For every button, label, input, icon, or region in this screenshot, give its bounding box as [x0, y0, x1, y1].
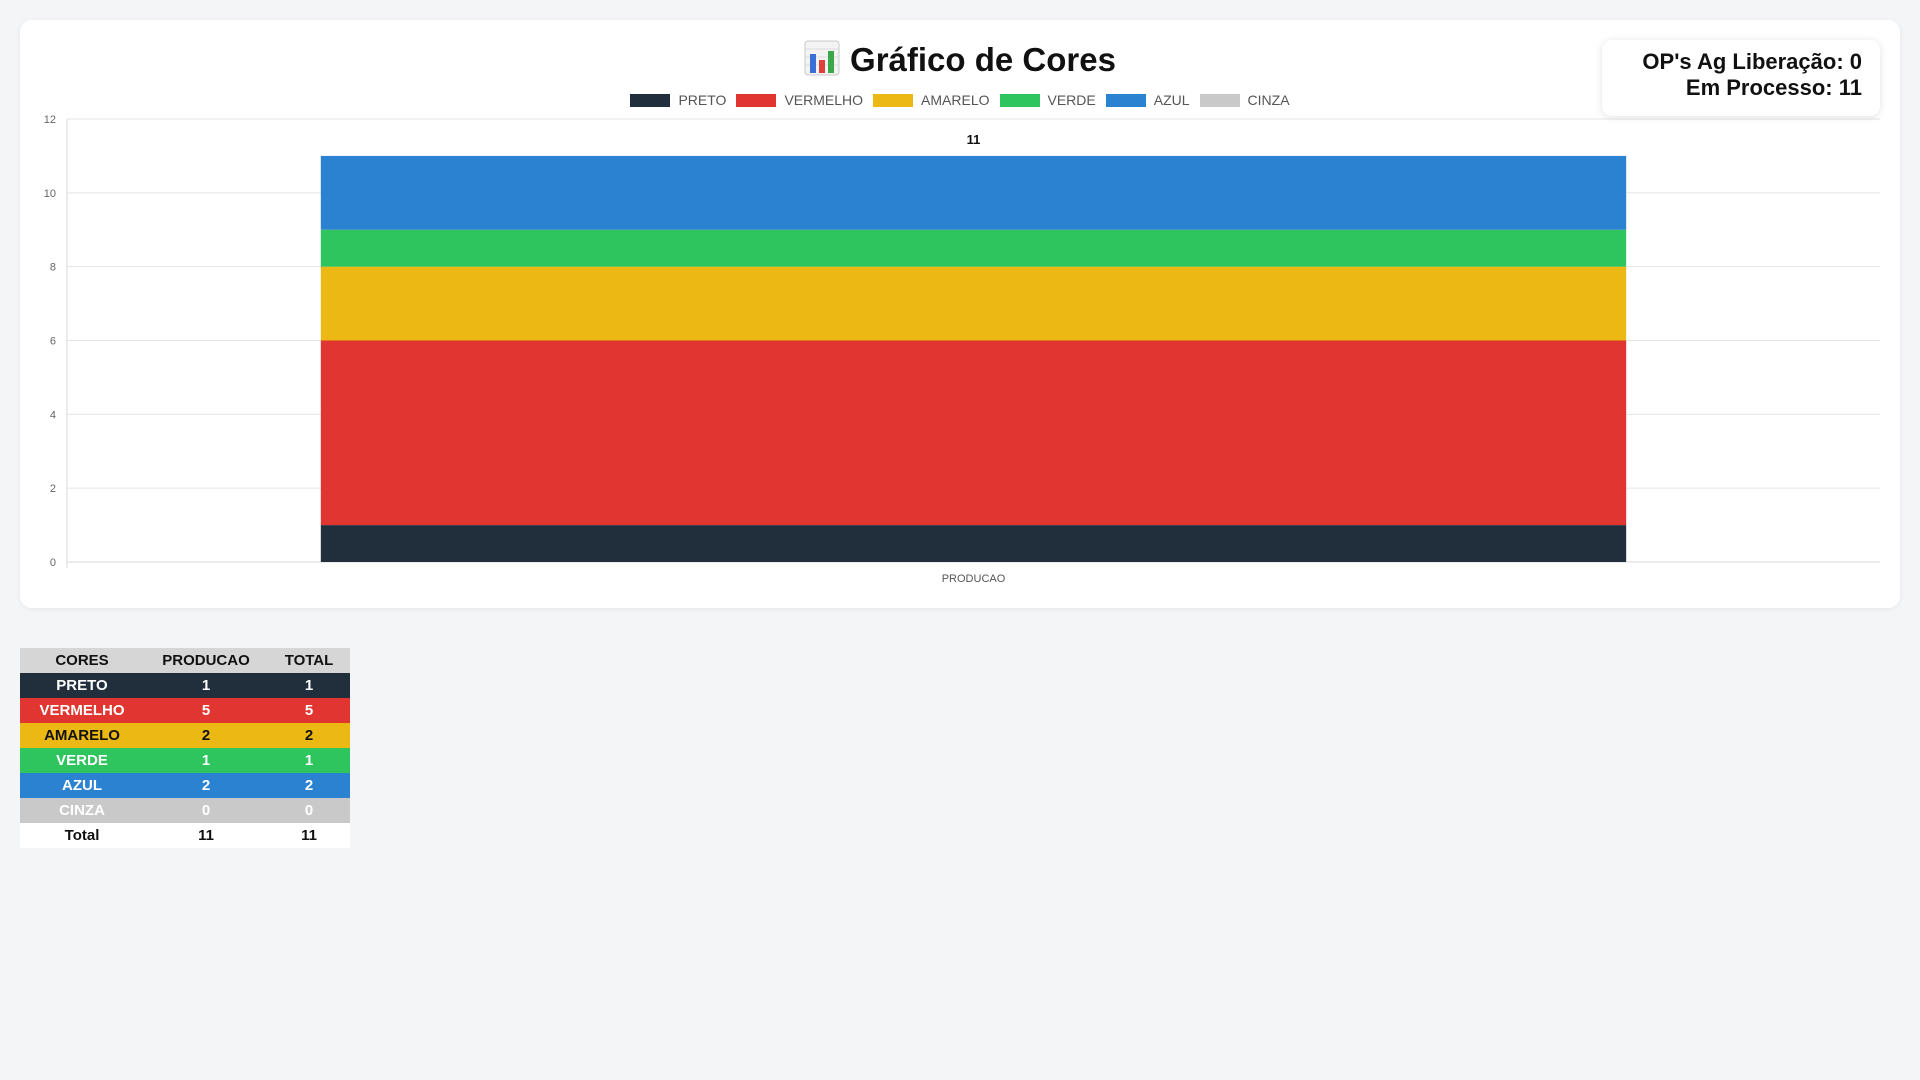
table-row: AZUL 2 2 — [20, 773, 350, 798]
legend-swatch — [736, 93, 777, 107]
bar-segment-vermelho — [320, 340, 1627, 526]
bar-total-label: 11 — [967, 132, 981, 147]
cell-total-label: Total — [20, 823, 144, 848]
table-row: VERDE 1 1 — [20, 748, 350, 773]
legend-swatch — [999, 93, 1040, 107]
legend-label: AZUL — [1153, 92, 1190, 108]
cell-cor: PRETO — [56, 677, 108, 694]
bar-segment-azul — [320, 155, 1627, 230]
legend-swatch — [873, 93, 914, 107]
cores-table: CORES PRODUCAO TOTAL PRETO 1 1 VERMELHO 5 5 AM… — [20, 648, 350, 848]
y-tick-label: 12 — [44, 114, 56, 126]
header-producao: PRODUCAO — [144, 648, 268, 673]
cell-total: 1 — [304, 752, 314, 769]
table-row: VERMELHO 5 5 — [20, 698, 350, 723]
legend-label: PRETO — [678, 92, 727, 108]
legend-item-cinza[interactable]: CINZA — [1199, 92, 1290, 108]
legend-item-verde[interactable]: VERDE — [999, 92, 1096, 108]
cell-producao: 1 — [201, 677, 211, 694]
table-row: CINZA 0 0 — [20, 798, 350, 823]
cell-total: 5 — [304, 702, 314, 719]
cell-cor: VERMELHO — [39, 702, 125, 719]
legend-item-vermelho[interactable]: VERMELHO — [736, 92, 863, 108]
y-tick-label: 4 — [50, 409, 56, 421]
legend-item-amarelo[interactable]: AMARELO — [873, 92, 990, 108]
cell-total: 2 — [304, 727, 314, 744]
header-cores: CORES — [20, 648, 144, 673]
legend-swatch — [1199, 93, 1240, 107]
cell-cor: AZUL — [62, 777, 102, 794]
chart-title-text: Gráfico de Cores — [850, 41, 1116, 78]
x-tick-label: PRODUCAO — [942, 573, 1006, 585]
cell-cor: VERDE — [56, 752, 108, 769]
chart-card: 0 2 4 6 8 10 12 11 PRODUCAO Gráfico de Cores PRE… — [20, 20, 1900, 608]
bar-chart-icon — [804, 40, 840, 76]
legend-label: CINZA — [1247, 92, 1290, 108]
table-row: PRETO 1 1 — [20, 673, 350, 698]
cell-cor: AMARELO — [44, 727, 120, 744]
y-tick-label: 6 — [50, 336, 56, 348]
cell-total: 0 — [304, 802, 314, 819]
legend-item-azul[interactable]: AZUL — [1105, 92, 1190, 108]
legend-label: AMARELO — [921, 92, 990, 108]
bar-segment-preto — [320, 525, 1627, 562]
y-tick-label: 2 — [50, 483, 56, 495]
cell-total-total: 11 — [268, 823, 350, 848]
table-header-row: CORES PRODUCAO TOTAL — [20, 648, 350, 673]
y-tick-label: 0 — [50, 557, 56, 569]
header-total: TOTAL — [268, 648, 350, 673]
legend-label: VERMELHO — [784, 92, 864, 108]
cell-producao: 5 — [201, 702, 211, 719]
legend-swatch — [630, 93, 671, 107]
cell-cor: CINZA — [59, 802, 105, 819]
table-row: AMARELO 2 2 — [20, 723, 350, 748]
cell-total-producao: 11 — [144, 823, 268, 848]
cell-producao: 2 — [201, 777, 211, 794]
cell-total: 2 — [304, 777, 314, 794]
cell-total: 1 — [304, 677, 314, 694]
ops-ag-liberacao-label: OP's Ag Liberação: 0 — [1642, 49, 1862, 74]
bar-segment-amarelo — [320, 266, 1627, 341]
y-tick-label: 8 — [50, 262, 56, 274]
legend-item-preto[interactable]: PRETO — [630, 92, 726, 108]
table-total-row: Total 11 11 — [20, 823, 350, 848]
legend-label: VERDE — [1047, 92, 1096, 108]
y-tick-label: 10 — [44, 188, 56, 200]
summary-box: OP's Ag Liberação: 0 Em Processo: 11 — [1602, 40, 1880, 116]
cell-producao: 0 — [201, 802, 211, 819]
cell-producao: 1 — [201, 752, 211, 769]
cell-producao: 2 — [201, 727, 211, 744]
bar-segment-verde — [320, 229, 1627, 267]
legend-swatch — [1105, 93, 1146, 107]
em-processo-label: Em Processo: 11 — [1685, 75, 1862, 100]
